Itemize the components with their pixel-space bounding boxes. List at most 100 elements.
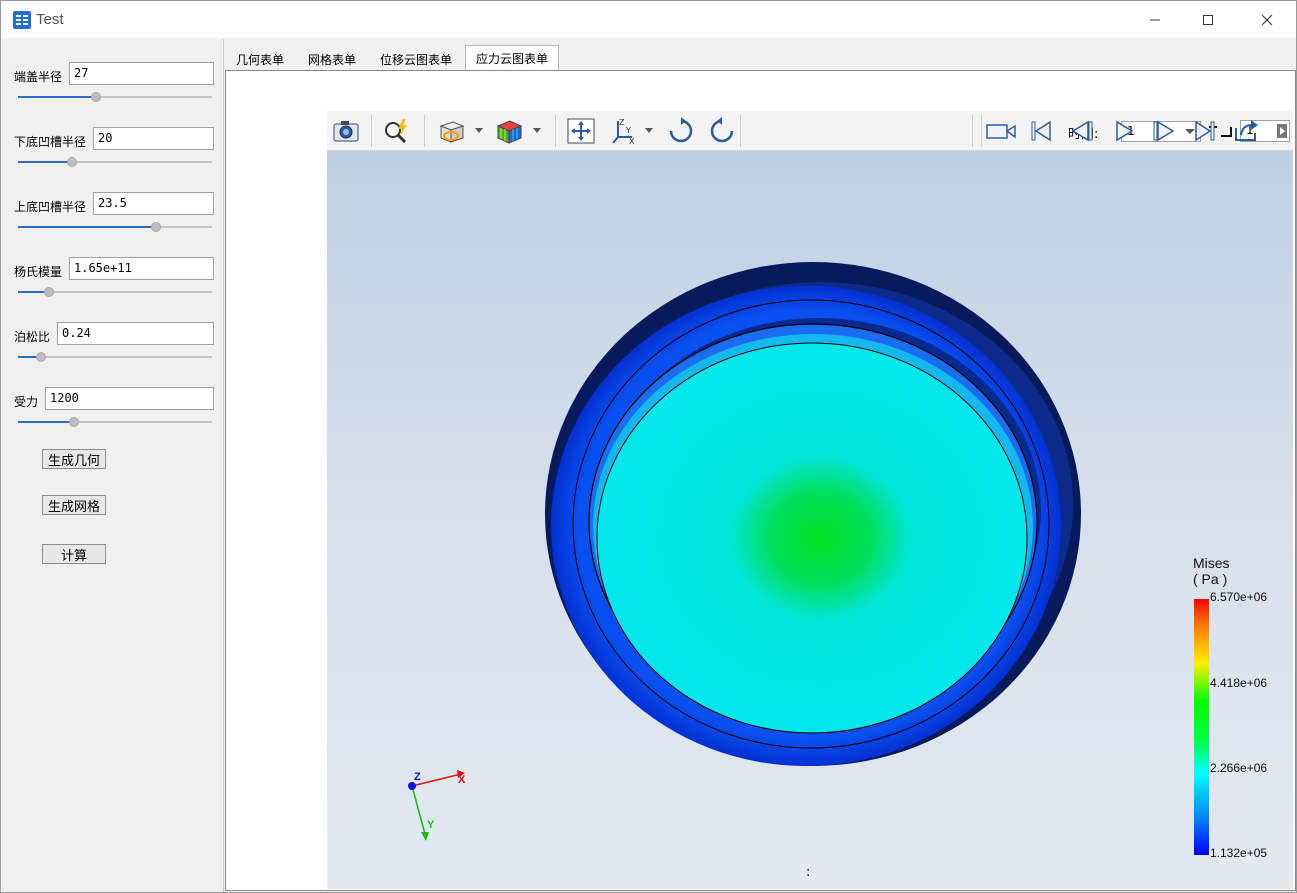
next-frame-icon [1153, 120, 1175, 142]
legend-tick-max: 6.570e+06 [1210, 590, 1268, 604]
param-label: 下底凹槽半径 [14, 135, 87, 149]
toolbar-overflow-button[interactable] [1273, 117, 1291, 145]
slider-thumb[interactable] [90, 92, 101, 102]
maximize-button[interactable] [1185, 1, 1231, 38]
generate-mesh-button[interactable]: 生成网格 [42, 495, 106, 515]
axis-x-label: X [458, 774, 466, 786]
window-title: Test [36, 11, 64, 28]
rotate-cw-button[interactable] [667, 117, 695, 145]
viewer-toolbar: Z Y X 时间: 1 [327, 111, 1293, 151]
color-map-button[interactable] [495, 117, 523, 145]
param-row: 上底凹槽半径 23.5 [2, 192, 224, 252]
generate-geometry-button[interactable]: 生成几何 [42, 449, 106, 469]
close-icon [1261, 14, 1273, 25]
param-label: 受力 [14, 395, 39, 409]
tab-geometry-form[interactable]: 几何表单 [225, 47, 295, 71]
param-slider[interactable] [18, 415, 212, 427]
param-row: 泊松比 0.24 [2, 322, 224, 382]
parameter-panel: 端盖半径 27 下底凹槽半径 20 上底凹槽半径 23.5 杨氏模量 1.65e… [2, 39, 224, 892]
param-label: 上底凹槽半径 [14, 200, 87, 214]
play-button[interactable] [1110, 117, 1138, 145]
play-icon [1116, 120, 1134, 142]
first-frame-icon [1031, 120, 1051, 142]
last-frame-icon [1195, 120, 1215, 142]
slider-thumb[interactable] [67, 157, 78, 167]
video-icon [986, 124, 1016, 139]
app-window: Test 端盖半径 27 下底凹槽半径 20 上底凹槽半径 23.5 杨氏模量 … [0, 0, 1297, 893]
param-row: 下底凹槽半径 20 [2, 127, 224, 187]
stress-contour-model [545, 262, 1081, 766]
last-frame-button[interactable] [1191, 117, 1219, 145]
param-row: 端盖半径 27 [2, 62, 224, 122]
param-slider[interactable] [18, 285, 212, 297]
legend-tick-min: 1.132e+05 [1210, 846, 1268, 860]
axes-view-button[interactable]: Z Y X [610, 117, 638, 145]
param-input[interactable]: 1200 [45, 387, 214, 410]
axis-y-label: Y [427, 819, 435, 831]
color-map-dropdown[interactable] [531, 123, 543, 137]
first-frame-button[interactable] [1027, 117, 1055, 145]
fit-view-button[interactable] [567, 117, 595, 145]
prev-frame-button[interactable] [1068, 117, 1096, 145]
slider-thumb[interactable] [150, 222, 161, 232]
param-row: 杨氏模量 1.65e+11 [2, 257, 224, 317]
record-video-button[interactable] [984, 117, 1018, 145]
compute-button[interactable]: 计算 [42, 544, 106, 564]
display-mode-icon [439, 121, 465, 143]
param-input[interactable]: 23.5 [93, 192, 214, 215]
minimize-button[interactable] [1132, 1, 1178, 38]
minimize-icon [1150, 19, 1160, 20]
screenshot-button[interactable] [332, 117, 360, 145]
param-input[interactable]: 27 [69, 62, 214, 85]
chevron-down-icon [645, 128, 653, 133]
param-label: 端盖半径 [14, 70, 63, 84]
chevron-down-icon [533, 128, 541, 133]
export-icon [1235, 120, 1258, 141]
slider-thumb[interactable] [69, 417, 80, 427]
legend-unit: ( Pa ) [1193, 571, 1228, 587]
fit-view-icon [567, 118, 595, 144]
app-icon [12, 10, 32, 30]
maximize-icon [1203, 14, 1213, 25]
title-bar: Test [1, 1, 1296, 38]
param-slider[interactable] [18, 90, 212, 102]
param-input[interactable]: 1.65e+11 [69, 257, 214, 280]
color-cube-icon [496, 120, 523, 144]
next-frame-button[interactable] [1150, 117, 1178, 145]
param-slider[interactable] [18, 220, 212, 232]
param-label: 泊松比 [14, 330, 51, 344]
axis-triad: Z X Y [408, 770, 466, 841]
display-mode-dropdown[interactable] [473, 123, 485, 137]
param-label: 杨氏模量 [14, 265, 63, 279]
rotate-ccw-button[interactable] [708, 117, 736, 145]
export-button[interactable] [1232, 117, 1260, 145]
close-button[interactable] [1244, 1, 1290, 38]
tab-mesh-form[interactable]: 网格表单 [297, 47, 367, 71]
legend-title: Mises [1193, 555, 1230, 571]
param-input[interactable]: 20 [93, 127, 214, 150]
zoom-button[interactable] [383, 117, 411, 145]
svg-text:Z: Z [619, 118, 625, 127]
more-icon [1277, 124, 1287, 138]
svg-text:X: X [629, 137, 635, 145]
display-mode-button[interactable] [437, 117, 465, 145]
slider-thumb[interactable] [36, 352, 47, 362]
legend-color-bar [1194, 599, 1209, 855]
param-row: 受力 1200 [2, 387, 224, 447]
viewer-status-text: : [806, 865, 811, 880]
param-slider[interactable] [18, 350, 212, 362]
tab-stress-contour-form[interactable]: 应力云图表单 [465, 45, 559, 71]
tab-displacement-contour-form[interactable]: 位移云图表单 [369, 47, 463, 71]
slider-thumb[interactable] [44, 287, 55, 297]
legend-tick-2: 4.418e+06 [1210, 676, 1268, 690]
axes-icon: Z Y X [612, 118, 635, 145]
prev-frame-icon [1071, 120, 1093, 142]
rotate-ccw-icon [710, 117, 734, 143]
camera-icon [333, 121, 359, 142]
rotate-cw-icon [669, 117, 693, 143]
chevron-down-icon [475, 128, 483, 133]
param-slider[interactable] [18, 155, 212, 167]
axes-view-dropdown[interactable] [643, 123, 655, 137]
legend-tick-3: 2.266e+06 [1210, 761, 1268, 775]
param-input[interactable]: 0.24 [57, 322, 214, 345]
